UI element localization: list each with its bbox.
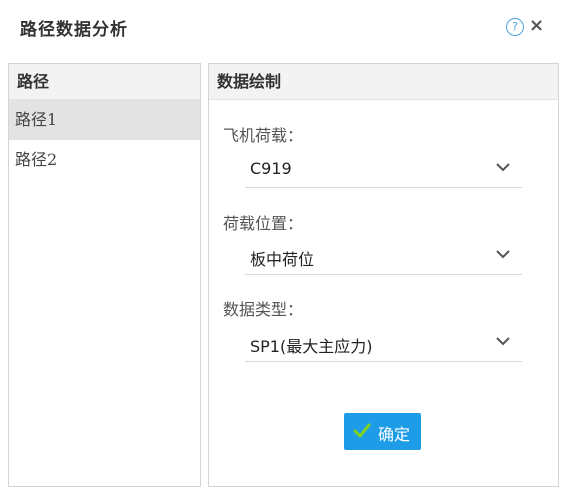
aircraft-load-select[interactable]: C919 [245, 152, 522, 188]
load-position-select[interactable]: 板中荷位 [245, 239, 522, 275]
confirm-button-label: 确定 [378, 425, 411, 444]
aircraft-load-label: 飞机荷载： [223, 126, 304, 145]
data-type-select[interactable]: SP1(最大主应力) [245, 326, 522, 362]
dialog-titlebar: 路径数据分析 ? × [0, 0, 566, 56]
paths-panel-header: 路径 [9, 64, 200, 100]
chevron-down-icon [496, 337, 510, 346]
load-position-label: 荷载位置： [223, 214, 304, 233]
plot-panel-header: 数据绘制 [209, 64, 558, 100]
chevron-down-icon [496, 250, 510, 259]
aircraft-load-value: C919 [250, 159, 292, 178]
data-type-value: SP1(最大主应力) [250, 337, 373, 356]
check-icon [353, 423, 371, 438]
path-list-item-2[interactable]: 路径2 [9, 140, 200, 180]
close-icon[interactable]: × [529, 16, 544, 36]
plot-panel: 数据绘制 飞机荷载： C919 荷载位置： 板中荷位 数据类型： SP1(最大主… [208, 63, 559, 487]
path-list-item-1[interactable]: 路径1 [9, 100, 200, 140]
confirm-button[interactable]: 确定 [344, 413, 421, 450]
data-type-label: 数据类型： [223, 300, 304, 319]
load-position-value: 板中荷位 [250, 250, 315, 269]
paths-panel: 路径 路径1 路径2 [8, 63, 201, 487]
help-icon[interactable]: ? [506, 18, 524, 36]
chevron-down-icon [496, 163, 510, 172]
dialog-title: 路径数据分析 [20, 20, 128, 40]
